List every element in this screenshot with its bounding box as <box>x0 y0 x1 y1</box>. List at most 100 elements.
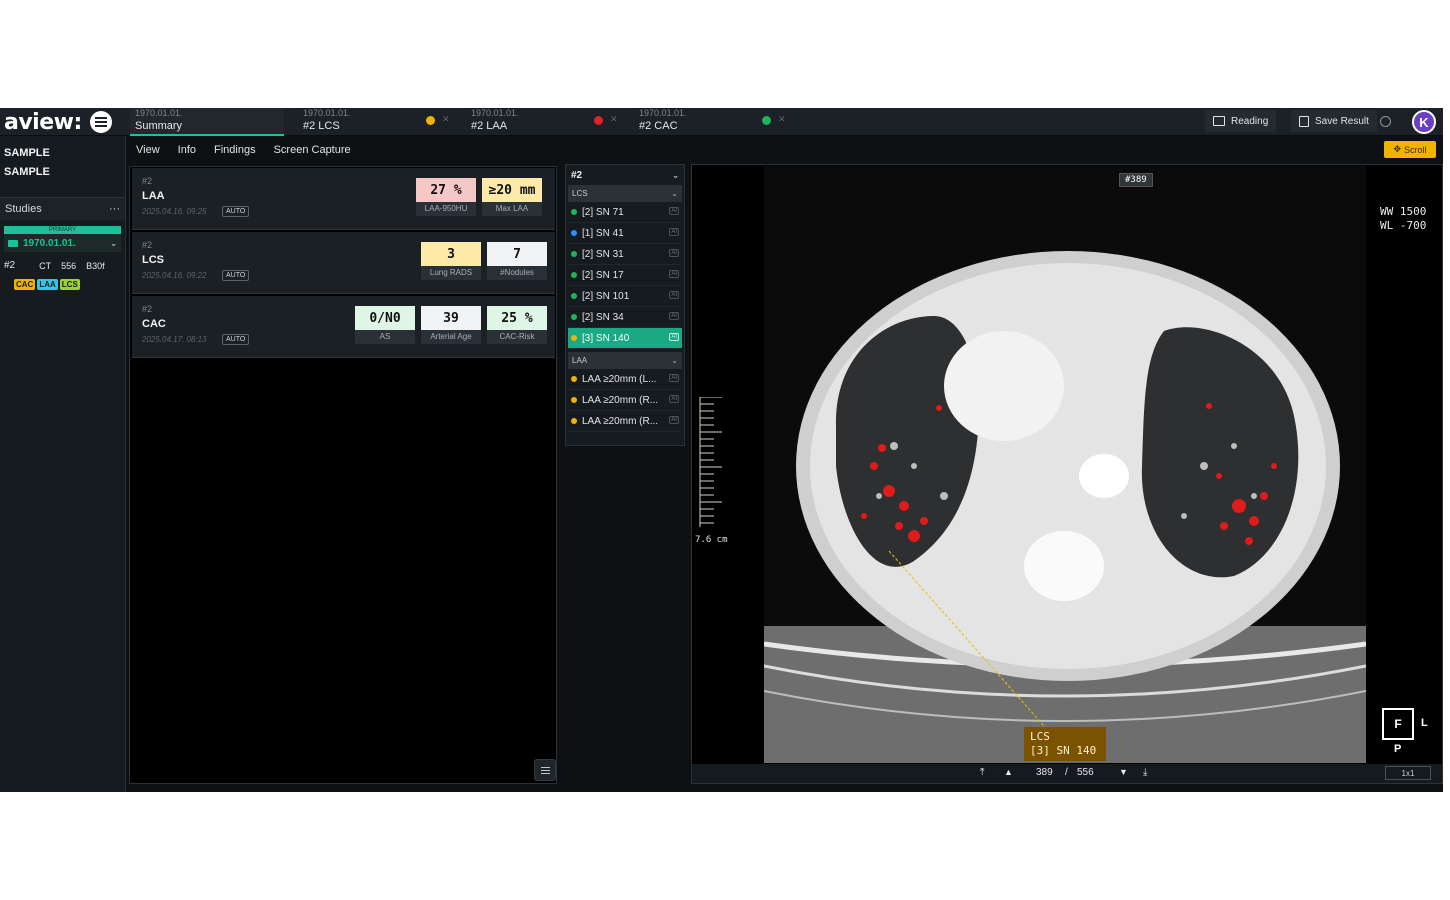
badge-lcs[interactable]: LCS <box>59 279 80 290</box>
metric-cac-risk: 25 % CAC-Risk <box>487 306 547 344</box>
scale-ruler <box>699 397 722 527</box>
finding-item[interactable]: LAA ≥20mm (L... AI <box>568 369 682 390</box>
history-icon[interactable] <box>1380 116 1391 127</box>
scroll-tool-button[interactable]: ✥ Scroll <box>1384 141 1436 158</box>
finding-label: [1] SN 41 <box>582 227 624 239</box>
book-icon <box>1213 116 1225 126</box>
metric-label: Max LAA <box>495 204 529 213</box>
findings-series: #2 <box>571 169 583 181</box>
study-item[interactable]: 1970.01.01. ⌄ <box>4 234 121 252</box>
close-icon[interactable]: ✕ <box>778 114 786 125</box>
metric-label: Arterial Age <box>430 332 472 341</box>
series-badges: CAC LAA LCS <box>0 279 125 290</box>
metric-arterial-age: 39 Arterial Age <box>421 306 481 344</box>
more-icon[interactable]: ··· <box>109 203 120 215</box>
primary-badge: PRIMARY <box>4 226 121 234</box>
result-card-lcs[interactable]: #2 LCS 2025.04.16. 09:22 AUTO 3 Lung RAD… <box>132 232 555 294</box>
close-icon[interactable]: ✕ <box>610 114 618 125</box>
ai-tag: AI <box>669 270 679 278</box>
tab-lcs[interactable]: 1970.01.01. #2 LCS ✕ <box>298 108 458 136</box>
tab-date: 1970.01.01. <box>471 108 519 118</box>
logo-text: aview: <box>4 109 82 135</box>
card-title: LAA <box>142 190 165 202</box>
avatar[interactable]: K <box>1412 110 1436 134</box>
last-slice-icon[interactable]: ⤓ <box>1143 767 1147 778</box>
annotation-line2: [3] SN 140 <box>1030 744 1097 757</box>
status-dot-icon <box>571 293 577 299</box>
finding-item[interactable]: LAA ≥20mm (R... AI <box>568 411 682 432</box>
status-dot-icon <box>571 418 577 424</box>
finding-item[interactable]: [2] SN 101 AI <box>568 286 682 307</box>
patient-name: SAMPLE <box>4 147 50 159</box>
finding-item[interactable]: [1] SN 41 AI <box>568 223 682 244</box>
current-slice[interactable]: 389 <box>1036 767 1053 778</box>
prev-slice-icon[interactable]: ▲ <box>1004 767 1013 777</box>
finding-item[interactable]: [2] SN 71 AI <box>568 202 682 223</box>
list-view-icon[interactable] <box>534 759 556 781</box>
auto-badge: AUTO <box>222 270 250 281</box>
app-window: aview: 1970.01.01. Summary 1970.01.01. #… <box>0 108 1443 792</box>
findings-panel: #2 ⌄ LCS ⌄ [2] SN 71 AI [1] SN 41 AI [2] S… <box>565 164 685 446</box>
ai-tag: AI <box>669 416 679 424</box>
layout-select[interactable]: 1x1 <box>1385 766 1431 780</box>
studies-header: Studies ··· <box>0 198 125 220</box>
save-icon <box>1299 115 1309 127</box>
finding-label: LAA ≥20mm (R... <box>582 394 659 406</box>
status-dot-icon <box>571 314 577 320</box>
metric-as: 0/N0 AS <box>355 306 415 344</box>
chevron-down-icon[interactable]: ⌄ <box>672 171 679 180</box>
card-series: #2 <box>142 176 153 186</box>
ai-tag: AI <box>669 374 679 382</box>
group-label: LCS <box>572 189 588 198</box>
tab-summary[interactable]: 1970.01.01. Summary <box>130 108 284 136</box>
status-dot-icon <box>571 251 577 257</box>
window-level: WL -700 <box>1380 219 1427 232</box>
window-width: WW 1500 <box>1380 205 1427 218</box>
findings-group-laa[interactable]: LAA ⌄ <box>568 352 682 369</box>
chevron-down-icon[interactable]: ⌄ <box>671 189 678 198</box>
finding-item[interactable]: [2] SN 17 AI <box>568 265 682 286</box>
findings-series-select[interactable]: #2 ⌄ <box>566 165 684 185</box>
chevron-down-icon[interactable]: ⌄ <box>110 239 117 248</box>
metric-label: Lung RADS <box>429 268 473 277</box>
first-slice-icon[interactable]: ⤒ <box>980 767 984 778</box>
menu-info[interactable]: Info <box>178 144 196 156</box>
save-result-button[interactable]: Save Result <box>1291 110 1377 132</box>
finding-item[interactable]: LAA ≥20mm (R... AI <box>568 390 682 411</box>
reading-button[interactable]: Reading <box>1205 110 1277 132</box>
menu-screen-capture[interactable]: Screen Capture <box>274 144 351 156</box>
group-label: LAA <box>572 356 588 365</box>
next-slice-icon[interactable]: ▼ <box>1119 767 1128 777</box>
sidebar: SAMPLE SAMPLE Studies ··· PRIMARY 1970.0… <box>0 136 126 792</box>
image-viewer[interactable]: #389 WW 1500 WL -700 7.6 cm LCS [3] SN 1… <box>691 164 1443 784</box>
close-icon[interactable]: ✕ <box>442 114 450 125</box>
card-datetime: 2025.04.16. 09:25 <box>142 207 207 216</box>
badge-cac[interactable]: CAC <box>14 279 36 290</box>
ai-tag: AI <box>669 312 679 320</box>
metric-value: 0/N0 <box>355 306 415 330</box>
tab-date: 1970.01.01. <box>303 108 351 118</box>
findings-group-lcs[interactable]: LCS ⌄ <box>568 185 682 202</box>
result-card-cac[interactable]: #2 CAC 2025.04.17. 08:13 AUTO 0/N0 AS 39… <box>132 296 555 358</box>
badge-laa[interactable]: LAA <box>37 279 58 290</box>
tab-laa[interactable]: 1970.01.01. #2 LAA ✕ <box>466 108 626 136</box>
metric-label: CAC-Risk <box>499 332 535 341</box>
slice-tag: #389 <box>1119 173 1153 187</box>
ct-image[interactable]: #389 <box>764 166 1366 763</box>
chevron-down-icon[interactable]: ⌄ <box>671 356 678 365</box>
finding-item[interactable]: [2] SN 34 AI <box>568 307 682 328</box>
metric-nodules: 7 #Nodules <box>487 242 547 280</box>
nodule-annotation[interactable]: LCS [3] SN 140 <box>1024 727 1106 761</box>
worklist-icon[interactable] <box>89 111 112 133</box>
finding-item[interactable]: [2] SN 31 AI <box>568 244 682 265</box>
series-item[interactable]: #2 CT 556 B30f <box>0 260 125 271</box>
tab-cac[interactable]: 1970.01.01. #2 CAC ✕ <box>634 108 794 136</box>
result-card-laa[interactable]: #2 LAA 2025.04.16. 09:25 AUTO 27 % LAA-9… <box>132 168 555 230</box>
menu-view[interactable]: View <box>136 144 160 156</box>
status-dot-icon <box>762 116 771 125</box>
metric-value: 27 % <box>416 178 476 202</box>
ct-scan-graphic <box>764 166 1366 763</box>
menu-findings[interactable]: Findings <box>214 144 256 156</box>
metric-max-laa: ≥20 mm Max LAA <box>482 178 542 216</box>
finding-item-selected[interactable]: [3] SN 140 AI <box>568 328 682 349</box>
